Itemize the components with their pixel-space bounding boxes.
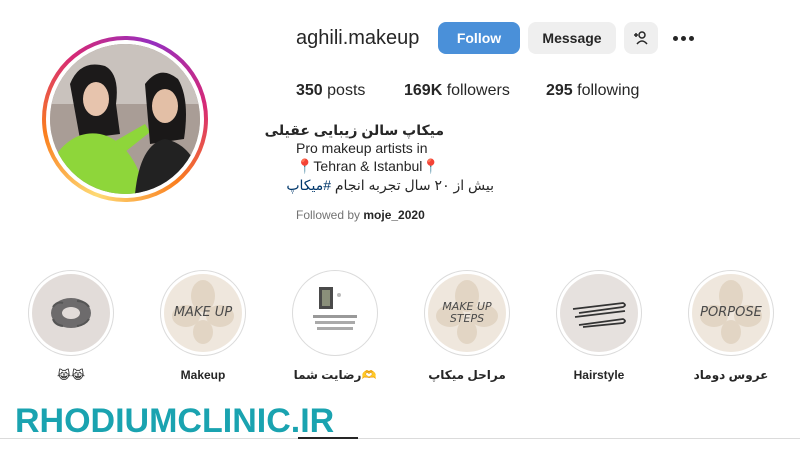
following-label: following xyxy=(577,82,640,99)
following-number: 295 xyxy=(546,82,573,99)
highlight-label: Hairstyle xyxy=(573,368,625,382)
highlight-cover-text: MAKE UP STEPS xyxy=(442,301,491,325)
highlight-ring xyxy=(292,270,378,356)
bio-line: Pro makeup artists in xyxy=(296,140,428,156)
highlight-ring: MAKE UP xyxy=(160,270,246,356)
followed-by[interactable]: Followed by moje_2020 xyxy=(296,208,425,222)
profile-display-name: میکاپ سالن زیبایی عقیلی xyxy=(264,122,444,138)
add-user-icon xyxy=(634,31,648,45)
highlight-label: Makeup xyxy=(180,368,226,382)
bio-line: بیش از ۲۰ سال تجربه انجام #میکاپ xyxy=(286,177,494,194)
posts-count: 350 posts xyxy=(296,82,365,100)
story-highlight[interactable]: MAKE UP Makeup xyxy=(158,270,248,382)
highlight-ring: MAKE UP STEPS xyxy=(424,270,510,356)
bio-hashtag-link[interactable]: #میکاپ xyxy=(286,177,331,193)
highlight-cover xyxy=(560,274,638,352)
avatar-photo xyxy=(50,44,200,194)
screenshot-icon xyxy=(313,287,357,330)
more-options-button[interactable] xyxy=(668,22,698,54)
followers-number: 169K xyxy=(404,82,443,99)
avatar-illustration xyxy=(50,44,200,194)
followers-label: followers xyxy=(446,82,510,99)
active-tab-indicator xyxy=(298,437,358,439)
highlight-cover-text: MAKE UP xyxy=(173,305,233,320)
followers-count[interactable]: 169K followers xyxy=(404,82,510,100)
followed-by-user: moje_2020 xyxy=(363,208,425,222)
profile-username: aghili.makeup xyxy=(296,27,420,49)
highlight-cover: MAKE UP xyxy=(164,274,242,352)
more-dot-icon xyxy=(672,35,678,41)
followed-by-prefix: Followed by xyxy=(296,208,361,222)
follow-button[interactable]: Follow xyxy=(438,22,520,54)
hairpins-icon xyxy=(572,302,626,328)
following-count[interactable]: 295 following xyxy=(546,82,639,100)
highlight-cover xyxy=(32,274,110,352)
suggested-users-button[interactable] xyxy=(624,22,658,54)
highlight-label: مراحل میکاپ xyxy=(428,368,506,382)
highlight-label: عروس دوماد xyxy=(693,368,769,382)
profile-avatar[interactable] xyxy=(42,36,208,202)
message-button[interactable]: Message xyxy=(528,22,616,54)
more-dot-icon xyxy=(688,35,694,41)
highlight-cover: PORPOSE xyxy=(692,274,770,352)
story-highlight[interactable]: 😹😹 xyxy=(26,270,116,382)
cover-text-line: STEPS xyxy=(449,312,485,325)
highlight-label: رضایت شما🫶 xyxy=(293,368,377,382)
scrunchie-icon xyxy=(51,298,91,328)
story-highlight[interactable]: رضایت شما🫶 xyxy=(290,270,380,382)
posts-label: posts xyxy=(327,82,366,99)
highlight-ring xyxy=(28,270,114,356)
posts-number: 350 xyxy=(296,82,323,99)
watermark-text: RHODIUMCLINIC.IR xyxy=(15,402,335,440)
story-highlight[interactable]: PORPOSE عروس دوماد xyxy=(686,270,776,382)
tab-divider xyxy=(0,438,800,439)
bio-line: 📍Tehran & Istanbul📍 xyxy=(296,158,440,174)
avatar-border xyxy=(46,40,204,198)
more-dot-icon xyxy=(680,35,686,41)
story-highlight[interactable]: MAKE UP STEPS مراحل میکاپ xyxy=(422,270,512,382)
story-highlight[interactable]: Hairstyle xyxy=(554,270,644,382)
highlight-label: 😹😹 xyxy=(56,368,86,382)
highlight-cover: MAKE UP STEPS xyxy=(428,274,506,352)
bio-text: بیش از ۲۰ سال تجربه انجام xyxy=(331,177,494,193)
highlight-ring xyxy=(556,270,642,356)
highlight-ring: PORPOSE xyxy=(688,270,774,356)
highlight-cover xyxy=(296,274,374,352)
highlight-cover-text: PORPOSE xyxy=(700,305,762,320)
